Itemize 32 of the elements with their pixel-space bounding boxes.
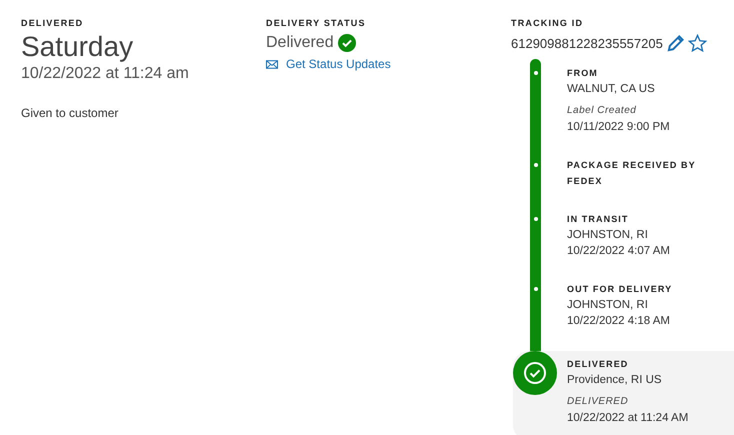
- event-title: OUT FOR DELIVERY: [567, 283, 674, 296]
- star-icon[interactable]: [688, 34, 707, 53]
- check-icon: [338, 34, 356, 52]
- event-title: IN TRANSIT: [567, 213, 630, 226]
- event-location: Providence, RI US: [567, 373, 663, 388]
- event-title: PACKAGE RECEIVED BY FEDEX: [567, 159, 697, 188]
- section-label: DELIVERED: [21, 17, 84, 29]
- timeline-dot: [534, 217, 538, 221]
- event-title: FROM: [567, 67, 599, 80]
- event-note: Label Created: [567, 104, 638, 118]
- envelope-icon: [266, 60, 278, 68]
- timeline-dot: [534, 287, 538, 291]
- event-title: DELIVERED: [567, 358, 630, 371]
- status-updates-link[interactable]: Get Status Updates: [286, 57, 391, 71]
- event-time: 10/22/2022 4:18 AM: [567, 314, 671, 329]
- event-note: DELIVERED: [567, 395, 630, 409]
- delivery-note: Given to customer: [21, 106, 120, 120]
- event-time: 10/22/2022 4:07 AM: [567, 244, 671, 259]
- section-label: TRACKING ID: [511, 17, 584, 29]
- event-time: 10/22/2022 at 11:24 AM: [567, 411, 690, 426]
- delivery-datetime: 10/22/2022 at 11:24 am: [21, 64, 190, 84]
- event-location: WALNUT, CA US: [567, 82, 656, 97]
- status-text: Delivered: [266, 33, 334, 53]
- event-location: JOHNSTON, RI: [567, 228, 649, 243]
- section-label: DELIVERY STATUS: [266, 17, 367, 29]
- event-location: JOHNSTON, RI: [567, 298, 649, 313]
- delivery-day: Saturday: [21, 30, 266, 64]
- pencil-icon[interactable]: [666, 34, 685, 53]
- tracking-number: 612909881228235557205: [511, 36, 663, 51]
- timeline-dot: [534, 71, 538, 75]
- event-time: 10/11/2022 9:00 PM: [567, 120, 671, 135]
- timeline-dot: [534, 163, 538, 167]
